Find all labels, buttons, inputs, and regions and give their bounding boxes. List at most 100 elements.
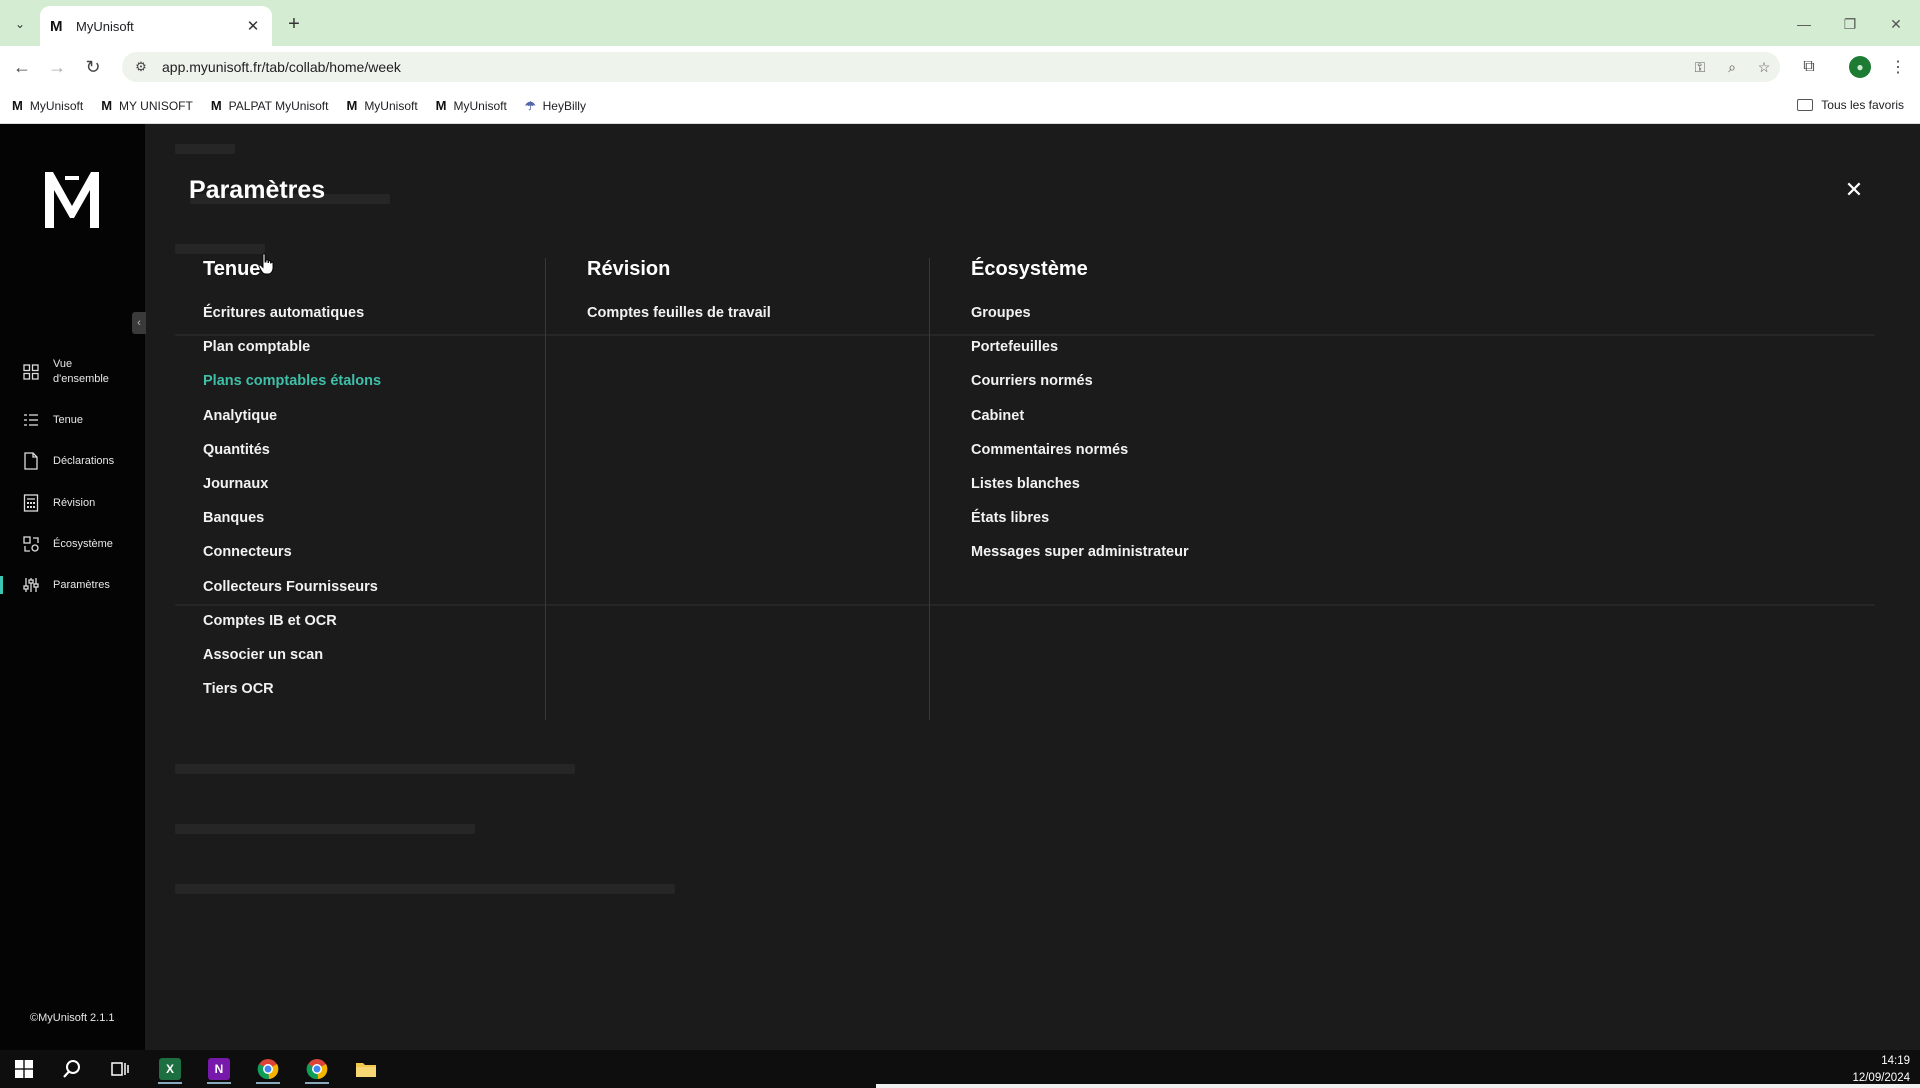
all-bookmarks-button[interactable]: Tous les favoris [1797,98,1904,112]
sidebar-item-declarations[interactable]: Déclarations [0,452,145,470]
settings-link[interactable]: Commentaires normés [971,440,1189,474]
chrome-app-icon[interactable] [248,1054,288,1084]
settings-link-hovered[interactable]: Plans comptables étalons [203,371,381,405]
folder-icon [1797,99,1814,111]
ecosystem-icon [21,535,41,553]
settings-link[interactable]: Plan comptable [203,337,381,371]
bookmark-item[interactable]: M MY UNISOFT [101,98,193,113]
settings-link[interactable]: Quantités [203,440,381,474]
browser-tab-myunisoft[interactable]: M MyUnisoft ✕ [40,6,272,46]
settings-link[interactable]: Associer un scan [203,645,381,679]
sidebar-item-vue-ensemble[interactable]: Vue d'ensemble [0,357,145,387]
settings-link[interactable]: Journaux [203,474,381,508]
bookmark-star-icon[interactable]: ☆ [1748,59,1780,76]
back-arrow-icon[interactable]: ← [9,54,35,80]
all-bookmarks-label: Tous les favoris [1821,98,1904,112]
windows-start-icon[interactable] [4,1054,44,1084]
collapse-sidebar-button[interactable]: ‹ [132,312,146,334]
settings-link[interactable]: Listes blanches [971,474,1189,508]
settings-link[interactable]: États libres [971,508,1189,542]
settings-column-tenue: Tenue Écritures automatiques Plan compta… [203,258,381,713]
excel-app-icon[interactable]: X [150,1054,190,1084]
bookmark-label: MY UNISOFT [119,98,193,113]
bookmark-item[interactable]: M MyUnisoft [436,98,507,113]
clock-time: 14:19 [1881,1055,1910,1067]
site-info-icon[interactable]: ⚙ [126,59,156,75]
app-main: ‹ Vue d'ensemble Tenue Déclarations Révi… [0,124,1920,1050]
sidebar: ‹ Vue d'ensemble Tenue Déclarations Révi… [0,124,146,1050]
settings-link[interactable]: Comptes feuilles de travail [587,303,771,337]
file-explorer-icon[interactable] [346,1054,386,1084]
sidebar-item-revision[interactable]: Révision [0,494,145,512]
settings-link[interactable]: Connecteurs [203,542,381,576]
hand-pointer-cursor-icon [258,253,274,275]
bookmark-item[interactable]: M MyUnisoft [12,98,83,113]
running-indicator [305,1082,329,1084]
chrome-profile-app-icon[interactable] [297,1054,337,1084]
settings-column-ecosysteme: Écosystème Groupes Portefeuilles Courrie… [971,258,1189,577]
sidebar-item-label: Révision [53,496,96,509]
column-title: Révision [587,258,671,280]
password-key-icon[interactable]: ⚿ [1684,59,1716,76]
settings-column-revision: Révision Comptes feuilles de travail [587,258,771,337]
settings-link[interactable]: Cabinet [971,406,1189,440]
sidebar-item-label: Paramètres [53,578,110,591]
profile-avatar-icon[interactable]: ● [1849,56,1871,78]
running-indicator [207,1082,231,1084]
system-clock[interactable]: 14:19 12/09/2024 [1852,1053,1910,1087]
tab-close-icon[interactable]: ✕ [244,17,262,35]
settings-link[interactable]: Comptes IB et OCR [203,611,381,645]
bookmark-item[interactable]: ☂ HeyBilly [525,99,586,113]
horizontal-scroll-indicator [876,1084,1920,1088]
forward-arrow-icon[interactable]: → [44,54,70,80]
settings-link[interactable]: Groupes [971,303,1189,337]
tab-title: MyUnisoft [76,18,134,34]
bookmarks-bar: M MyUnisoft M MY UNISOFT M PALPAT MyUnisoft… [0,88,1920,124]
settings-link[interactable]: Courriers normés [971,371,1189,405]
settings-link[interactable]: Analytique [203,406,381,440]
settings-link[interactable]: Écritures automatiques [203,303,381,337]
search-icon[interactable] [52,1054,92,1084]
settings-link[interactable]: Banques [203,508,381,542]
myunisoft-bookmark-icon: M [101,98,113,113]
bookmark-item[interactable]: M MyUnisoft [346,98,417,113]
url-text[interactable]: app.myunisoft.fr/tab/collab/home/week [162,59,1684,75]
task-view-icon[interactable] [100,1054,140,1084]
browser-toolbar: ← → ↻ ⚙ app.myunisoft.fr/tab/collab/home… [0,46,1920,88]
myunisoft-bookmark-icon: M [12,98,23,113]
sidebar-item-tenue[interactable]: Tenue [0,411,145,429]
reload-icon[interactable]: ↻ [80,54,106,80]
restore-window-icon[interactable]: ❐ [1830,10,1870,38]
sidebar-item-ecosysteme[interactable]: Écosystème [0,535,145,553]
calculator-icon [21,494,41,512]
settings-link[interactable]: Messages super administrateur [971,542,1189,576]
new-tab-button[interactable]: + [282,12,306,36]
bookmark-item[interactable]: M PALPAT MyUnisoft [211,98,329,113]
onenote-app-icon[interactable]: N [199,1054,239,1084]
browser-menu-icon[interactable]: ⋮ [1884,54,1912,80]
bookmark-label: MyUnisoft [364,98,418,113]
bookmark-label: MyUnisoft [453,98,507,113]
minimize-window-icon[interactable]: — [1784,10,1824,38]
settings-link[interactable]: Tiers OCR [203,679,381,713]
sidebar-item-label: Vue d'ensemble [53,358,109,385]
settings-link[interactable]: Collecteurs Fournisseurs [203,577,381,611]
sidebar-item-label: Déclarations [53,454,115,467]
tab-search-chevron-icon[interactable]: ⌄ [8,12,32,36]
myunisoft-favicon-icon: M [50,17,63,35]
grid-icon [21,363,41,381]
heybilly-bookmark-icon: ☂ [524,98,536,113]
myunisoft-bookmark-icon: M [435,98,447,113]
close-window-icon[interactable]: ✕ [1876,10,1916,38]
settings-link[interactable]: Portefeuilles [971,337,1189,371]
zoom-icon[interactable]: ⌕ [1716,59,1748,76]
sidebar-item-parametres[interactable]: Paramètres [0,576,145,594]
myunisoft-bookmark-icon: M [210,98,222,113]
address-bar[interactable]: ⚙ app.myunisoft.fr/tab/collab/home/week … [122,52,1780,82]
myunisoft-logo-icon[interactable] [43,168,101,230]
sidebar-item-label: Écosystème [53,537,113,550]
document-icon [21,452,41,470]
close-settings-icon[interactable]: ✕ [1842,177,1866,202]
sidebar-item-label: Tenue [53,413,83,426]
extensions-puzzle-icon[interactable]: ⧉ [1795,54,1823,80]
